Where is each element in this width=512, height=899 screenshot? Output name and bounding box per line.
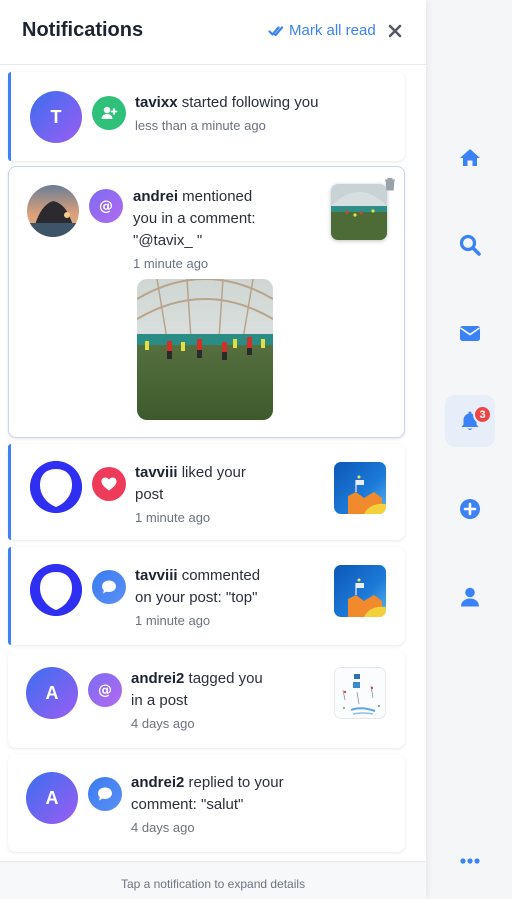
heart-icon xyxy=(101,477,117,491)
avatar xyxy=(30,564,82,616)
notification-text-line: post xyxy=(135,486,164,503)
blue-flag-image xyxy=(334,462,386,514)
notification-text-line: in a post xyxy=(131,692,188,709)
mark-all-read-button[interactable]: Mark all read xyxy=(268,22,376,39)
notification-item[interactable]: tavviii liked your post 1 minute ago xyxy=(8,444,405,540)
notification-text-line: "@tavix_ " xyxy=(133,232,203,249)
notification-text: tavviii liked your xyxy=(135,462,246,484)
username: tavviii xyxy=(135,464,178,481)
notification-action: liked your xyxy=(177,464,246,481)
notifications-panel: Notifications Mark all read T tavixx sta… xyxy=(0,0,426,899)
at-sign-icon: @ xyxy=(98,683,112,699)
page-title: Notifications xyxy=(22,19,144,41)
mention-badge: @ xyxy=(88,673,122,707)
plus-circle-icon xyxy=(460,499,480,519)
nav-home[interactable] xyxy=(445,133,495,183)
avatar-letter: T xyxy=(50,106,62,127)
close-icon[interactable] xyxy=(386,20,404,42)
username: andrei2 xyxy=(131,670,185,687)
username: andrei xyxy=(133,188,179,205)
notification-text-line: you in a comment: xyxy=(133,210,256,227)
mail-icon xyxy=(460,326,480,341)
blue-flag-image xyxy=(334,565,386,617)
notification-text: tavviii commented xyxy=(135,565,260,587)
notification-action: replied to your xyxy=(184,774,284,791)
home-icon xyxy=(460,149,480,166)
follow-badge xyxy=(92,96,126,130)
at-sign-icon: @ xyxy=(99,199,113,215)
notification-item[interactable]: A @ andrei2 tagged you in a post 4 days … xyxy=(8,650,405,748)
comment-icon xyxy=(98,787,112,801)
nav-search[interactable] xyxy=(445,220,495,270)
nav-messages[interactable] xyxy=(445,308,495,358)
search-icon xyxy=(459,234,481,256)
user-plus-icon xyxy=(101,106,118,119)
notification-text-line: comment: "salut" xyxy=(131,796,244,813)
post-thumbnail[interactable] xyxy=(334,462,386,514)
comment-icon xyxy=(102,580,116,594)
username: tavviii xyxy=(135,567,178,584)
notification-action: started following you xyxy=(177,94,319,111)
nav-create[interactable] xyxy=(445,484,495,534)
timestamp: less than a minute ago xyxy=(135,118,266,133)
timestamp: 4 days ago xyxy=(131,820,195,835)
notification-text: tavixx started following you xyxy=(135,92,318,114)
avatar-photo xyxy=(27,185,79,237)
notification-text-line: on your post: "top" xyxy=(135,589,258,606)
notification-action: mentioned xyxy=(178,188,253,205)
comment-badge xyxy=(92,570,126,604)
trash-icon[interactable] xyxy=(384,177,396,191)
timestamp: 1 minute ago xyxy=(135,613,211,628)
panel-header: Notifications Mark all read xyxy=(0,0,426,65)
post-thumbnail[interactable] xyxy=(334,667,386,719)
post-thumbnail[interactable] xyxy=(334,565,386,617)
avatar xyxy=(30,461,82,513)
expanded-post-image[interactable] xyxy=(137,279,273,420)
comment-badge xyxy=(88,777,122,811)
avatar-shield-image xyxy=(30,461,82,513)
avatar: T xyxy=(30,91,82,143)
avatar-letter: A xyxy=(45,787,59,808)
nav-profile[interactable] xyxy=(445,572,495,622)
nav-notifications[interactable]: 3 xyxy=(445,395,495,447)
avatar xyxy=(27,185,79,237)
notification-item[interactable]: A andrei2 replied to your comment: "salu… xyxy=(8,754,405,852)
avatar-shield-image xyxy=(30,564,82,616)
username: tavixx xyxy=(135,94,178,111)
notification-action: tagged you xyxy=(184,670,263,687)
timestamp: 1 minute ago xyxy=(133,256,209,271)
notification-item[interactable]: tavviii commented on your post: "top" 1 … xyxy=(8,547,405,645)
avatar: A xyxy=(26,667,78,719)
username: andrei2 xyxy=(131,774,185,791)
nav-more[interactable] xyxy=(445,836,495,886)
notification-count-badge: 3 xyxy=(473,405,492,424)
notification-item[interactable]: T tavixx started following you less than… xyxy=(8,72,405,161)
notification-text: andrei2 replied to your xyxy=(131,772,284,794)
notification-text: andrei mentioned xyxy=(133,186,252,208)
timestamp: 4 days ago xyxy=(131,716,195,731)
notification-action: commented xyxy=(177,567,261,584)
avatar-letter: A xyxy=(45,682,59,703)
svg-text:@: @ xyxy=(98,683,112,699)
soccer-field-photo xyxy=(331,184,387,240)
notification-item-expanded[interactable]: @ andrei mentioned you in a comment: "@t… xyxy=(8,166,405,438)
double-check-icon xyxy=(268,25,284,36)
timestamp: 1 minute ago xyxy=(135,510,211,525)
post-thumbnail[interactable] xyxy=(331,184,387,240)
side-navigation: 3 xyxy=(440,0,500,899)
user-icon xyxy=(461,587,479,607)
avatar: A xyxy=(26,772,78,824)
footer-hint: Tap a notification to expand details xyxy=(120,877,306,891)
like-badge xyxy=(92,467,126,501)
more-icon xyxy=(460,858,480,864)
notification-text: andrei2 tagged you xyxy=(131,668,263,690)
mark-all-read-label: Mark all read xyxy=(289,22,376,39)
panel-footer: Tap a notification to expand details xyxy=(0,861,426,899)
soccer-field-photo xyxy=(137,279,273,420)
mention-badge: @ xyxy=(89,189,123,223)
svg-text:@: @ xyxy=(99,199,113,215)
sketch-image xyxy=(335,668,385,718)
